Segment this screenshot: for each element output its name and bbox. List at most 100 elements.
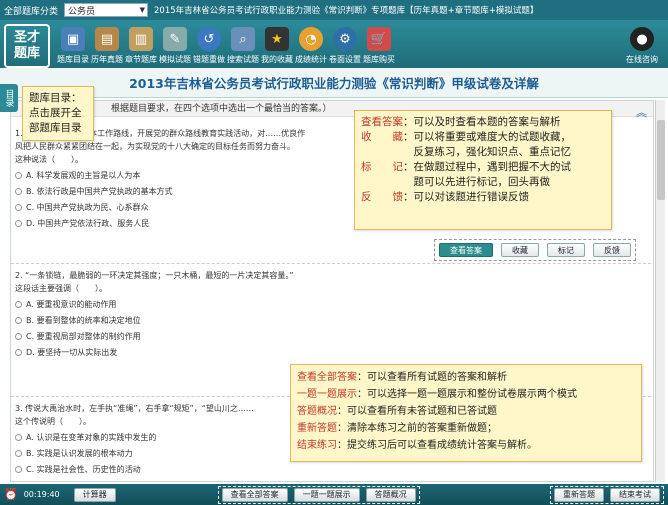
option-text: A. 科学发展观的主旨是以人为本	[26, 171, 141, 180]
divider	[11, 263, 651, 264]
question-action-buttons: 查看答案 收藏 标记 反馈	[434, 239, 636, 261]
option[interactable]: B. 依法行政是中国共产党执政的基本方式	[15, 185, 305, 198]
tip-line: 收 藏：可以将重要或难度大的试题收藏，	[361, 130, 605, 145]
tooltip-catalog: 题库目录： 点击展开全 部题库目录	[22, 86, 94, 141]
toolbar-label: 题库目录	[57, 55, 89, 64]
question-line: 2. “一条锁链，最脆弱的一环决定其强度；一只木桶，最短的一片决定其容量。”	[15, 271, 294, 280]
feedback-button[interactable]: 反馈	[593, 243, 631, 257]
view-all-answers-button[interactable]: 查看全部答案	[221, 487, 288, 502]
toolbar-favorites[interactable]: ★ 我的收藏	[260, 27, 294, 65]
tip-key: 收 藏	[361, 131, 403, 143]
collapse-up-icon[interactable]: ︽	[636, 104, 647, 120]
gear-icon: ⚙	[333, 27, 357, 51]
toolbar-mock[interactable]: ✎ 模拟试题	[158, 27, 192, 65]
product-title: 2015年吉林省公务员考试行政职业能力测验《常识判断》专项题库【历年真题+章节题…	[154, 6, 539, 16]
toolbar-settings[interactable]: ⚙ 卷面设置	[328, 27, 362, 65]
redo-icon: ↺	[197, 27, 221, 51]
toolbar-redo-wrong[interactable]: ↺ 错题重做	[192, 27, 226, 65]
toolbar-label: 成绩统计	[295, 55, 327, 64]
scrollbar-thumb[interactable]	[657, 120, 665, 200]
view-answer-button[interactable]: 查看答案	[439, 243, 493, 257]
tip-line: 反复练习，强化知识点、重点记忆	[361, 145, 605, 160]
option[interactable]: C. 中国共产党执政为民、心系群众	[15, 201, 305, 214]
scrollbar[interactable]	[655, 100, 665, 482]
option[interactable]: D. 要坚持一切从实际出发	[15, 346, 293, 359]
radio-button[interactable]	[15, 450, 22, 457]
chart-icon: ◔	[299, 27, 323, 51]
calculator-button[interactable]: 计算器	[73, 487, 116, 502]
tip-value: ：提交练习后可以查看成绩统计答案与解析。	[337, 440, 537, 451]
finish-exam-button[interactable]: 结束考试	[610, 487, 660, 502]
option-text: A. 要重视意识的能动作用	[26, 300, 117, 309]
tip-line: 点击展开全	[29, 107, 82, 119]
option-text: B. 要看到整体的统率和决定地位	[26, 316, 141, 325]
tip-value: 题可以先进行标记，回头再做	[361, 176, 550, 188]
tip-value: ：可以查看所有未答试题和已答试题	[337, 406, 497, 417]
option-text: C. 中国共产党执政为民、心系群众	[26, 203, 149, 212]
tip-line: 查看全部答案：可以查看所有试题的答案和解析	[297, 369, 635, 386]
radio-button[interactable]	[15, 188, 22, 195]
radio-button[interactable]	[15, 317, 22, 324]
radio-button[interactable]	[15, 204, 22, 211]
mark-button[interactable]: 标记	[547, 243, 585, 257]
tip-key: 一题一题展示	[297, 389, 357, 400]
search-icon: ⌕	[231, 27, 255, 51]
option[interactable]: A. 科学发展观的主旨是以人为本	[15, 169, 305, 182]
tip-line: 标 记：在做题过程中，遇到把握不大的试	[361, 160, 605, 175]
option[interactable]: A. 认识是在变革对象的实践中发生的	[15, 431, 254, 444]
radio-button[interactable]	[15, 301, 22, 308]
toolbar-past-papers[interactable]: ▤ 历年真题	[90, 27, 124, 65]
option-text: B. 实践是认识发展的根本动力	[26, 449, 133, 458]
tooltip-question-actions: 查看答案：可以及时查看本题的答案与解析 收 藏：可以将重要或难度大的试题收藏， …	[354, 110, 612, 230]
status-bar: ⏰ 00:19:40 计算器 查看全部答案 一题一题展示 答题概况 重新答题 结…	[0, 484, 668, 505]
option[interactable]: A. 要重视意识的能动作用	[15, 298, 293, 311]
monitor-icon: ▣	[61, 27, 85, 51]
option-text: D. 要坚持一切从实际出发	[26, 348, 118, 357]
radio-button[interactable]	[15, 172, 22, 179]
toolbar-chapters[interactable]: ▥ 章节题库	[124, 27, 158, 65]
radio-button[interactable]	[15, 434, 22, 441]
question-1: 1. ……的生命线和根本工作路线，开展党的群众路线教育实践活动，对……优良作 风…	[15, 127, 305, 230]
tip-key: 答题概况	[297, 406, 337, 417]
option[interactable]: D. 中国共产党依法行政、服务人民	[15, 217, 305, 230]
question-line: 这种说法（ ）。	[15, 155, 83, 164]
toolbar-search[interactable]: ⌕ 搜索试题	[226, 27, 260, 65]
tip-value: ：可以及时查看本题的答案与解析	[403, 116, 561, 128]
radio-button[interactable]	[15, 349, 22, 356]
tip-line: 反 馈：可以对该题进行错误反馈	[361, 190, 605, 205]
tip-value: ：可以将重要或难度大的试题收藏，	[403, 131, 571, 143]
option-text: A. 认识是在变革对象的实践中发生的	[26, 433, 157, 442]
radio-button[interactable]	[15, 466, 22, 473]
option[interactable]: C. 实践是社会性、历史性的活动	[15, 463, 254, 476]
question-line: 3. 传说大禹治水时，左手执“准绳”，右手拿“规矩”，“望山川之……	[15, 404, 254, 413]
catalog-side-tab[interactable]: 目录	[0, 84, 18, 112]
toolbar-label: 模拟试题	[159, 55, 191, 64]
radio-button[interactable]	[15, 220, 22, 227]
category-select[interactable]: 公务员 ▼	[64, 3, 149, 17]
toolbar-label: 历年真题	[91, 55, 123, 64]
tip-value: 反复练习，强化知识点、重点记忆	[361, 146, 571, 158]
toolbar-stats[interactable]: ◔ 成绩统计	[294, 27, 328, 65]
question-line: 这段话主要强调（ ）。	[15, 284, 107, 293]
tip-key: 标 记	[361, 161, 403, 173]
main-toolbar: 圣才 题库 ▣ 题库目录 ▤ 历年真题 ▥ 章节题库 ✎ 模拟试题 ↺ 错题重做 ⌕ 搜索试…	[0, 20, 668, 68]
one-by-one-button[interactable]: 一题一题展示	[293, 487, 360, 502]
chevron-down-icon: ▼	[139, 6, 146, 14]
question-line: 这个传说明（ ）。	[15, 417, 91, 426]
toolbar-online[interactable]: ● 在线咨询	[622, 27, 662, 65]
toolbar-buy[interactable]: 🛒 题库购买	[362, 27, 396, 65]
right-button-group: 重新答题 结束考试	[550, 485, 664, 504]
catalog-side-tab-label: 目录	[3, 89, 14, 107]
favorite-button[interactable]: 收藏	[501, 243, 539, 257]
page-title: 2013年吉林省公务员考试行政职业能力测验《常识判断》甲级试卷及详解	[0, 68, 668, 98]
option[interactable]: B. 实践是认识发展的根本动力	[15, 447, 254, 460]
option[interactable]: B. 要看到整体的统率和决定地位	[15, 314, 293, 327]
toolbar-catalog[interactable]: ▣ 题库目录	[56, 27, 90, 65]
option-text: D. 中国共产党依法行政、服务人民	[26, 219, 150, 228]
scroll-icon: ▤	[95, 27, 119, 51]
qq-penguin-icon: ●	[630, 27, 654, 51]
option[interactable]: C. 要重视局部对整体的制约作用	[15, 330, 293, 343]
radio-button[interactable]	[15, 333, 22, 340]
restart-button[interactable]: 重新答题	[554, 487, 604, 502]
answer-overview-button[interactable]: 答题概况	[365, 487, 416, 502]
